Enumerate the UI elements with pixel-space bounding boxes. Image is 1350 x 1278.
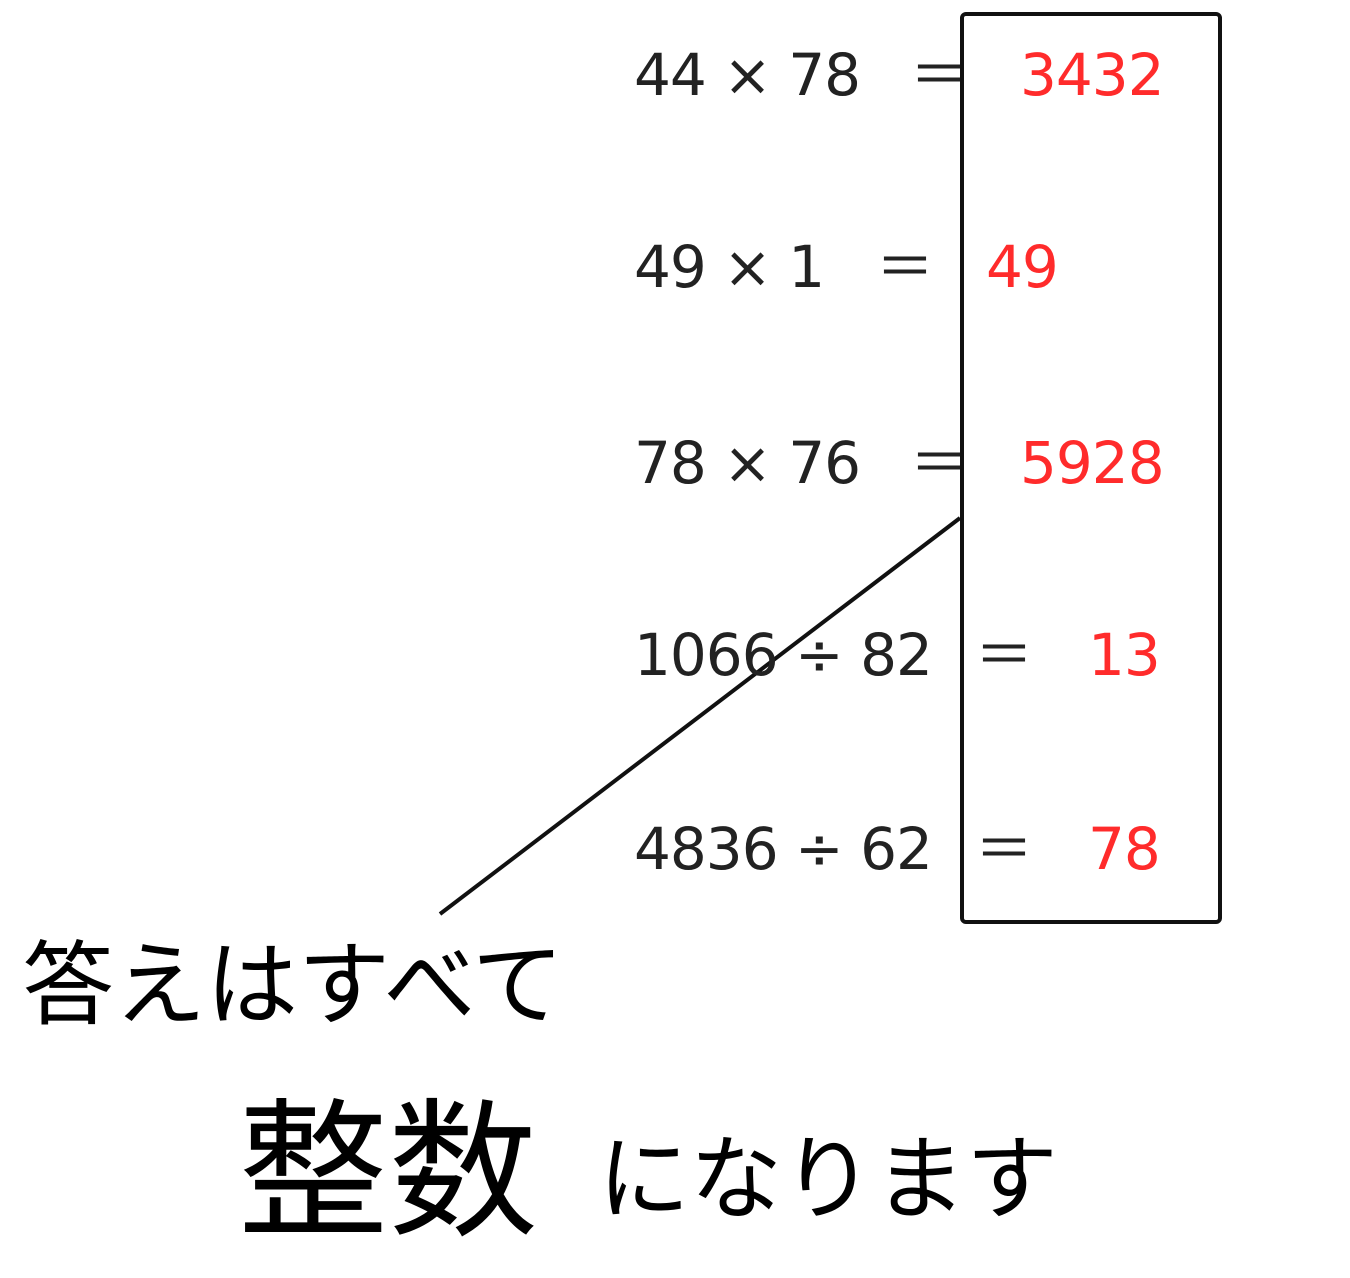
equation-1-answer: 3432 [1020, 41, 1165, 109]
equation-3-equals: ＝ [910, 429, 968, 497]
equation-4-expression: 1066 ÷ 82 [634, 621, 933, 689]
equation-2-expression: 49 × 1 [634, 233, 825, 301]
equation-5-expression: 4836 ÷ 62 [634, 815, 933, 883]
equation-1-expression: 44 × 78 [634, 41, 861, 109]
equation-3-answer: 5928 [1020, 429, 1165, 497]
equation-4-equals: ＝ [975, 621, 1033, 689]
equation-3-expression: 78 × 76 [634, 429, 861, 497]
equation-5-equals: ＝ [975, 815, 1033, 883]
note-suffix: になります [598, 1126, 1059, 1233]
equation-1-equals: ＝ [910, 41, 968, 109]
equation-4-answer: 13 [1088, 621, 1161, 689]
equation-5-answer: 78 [1088, 815, 1161, 883]
note-line-1: 答えはすべて [22, 932, 564, 1039]
equation-2-equals: ＝ [876, 233, 934, 301]
note-emphasis: 整数 [238, 1086, 539, 1260]
equation-2-answer: 49 [986, 233, 1059, 301]
